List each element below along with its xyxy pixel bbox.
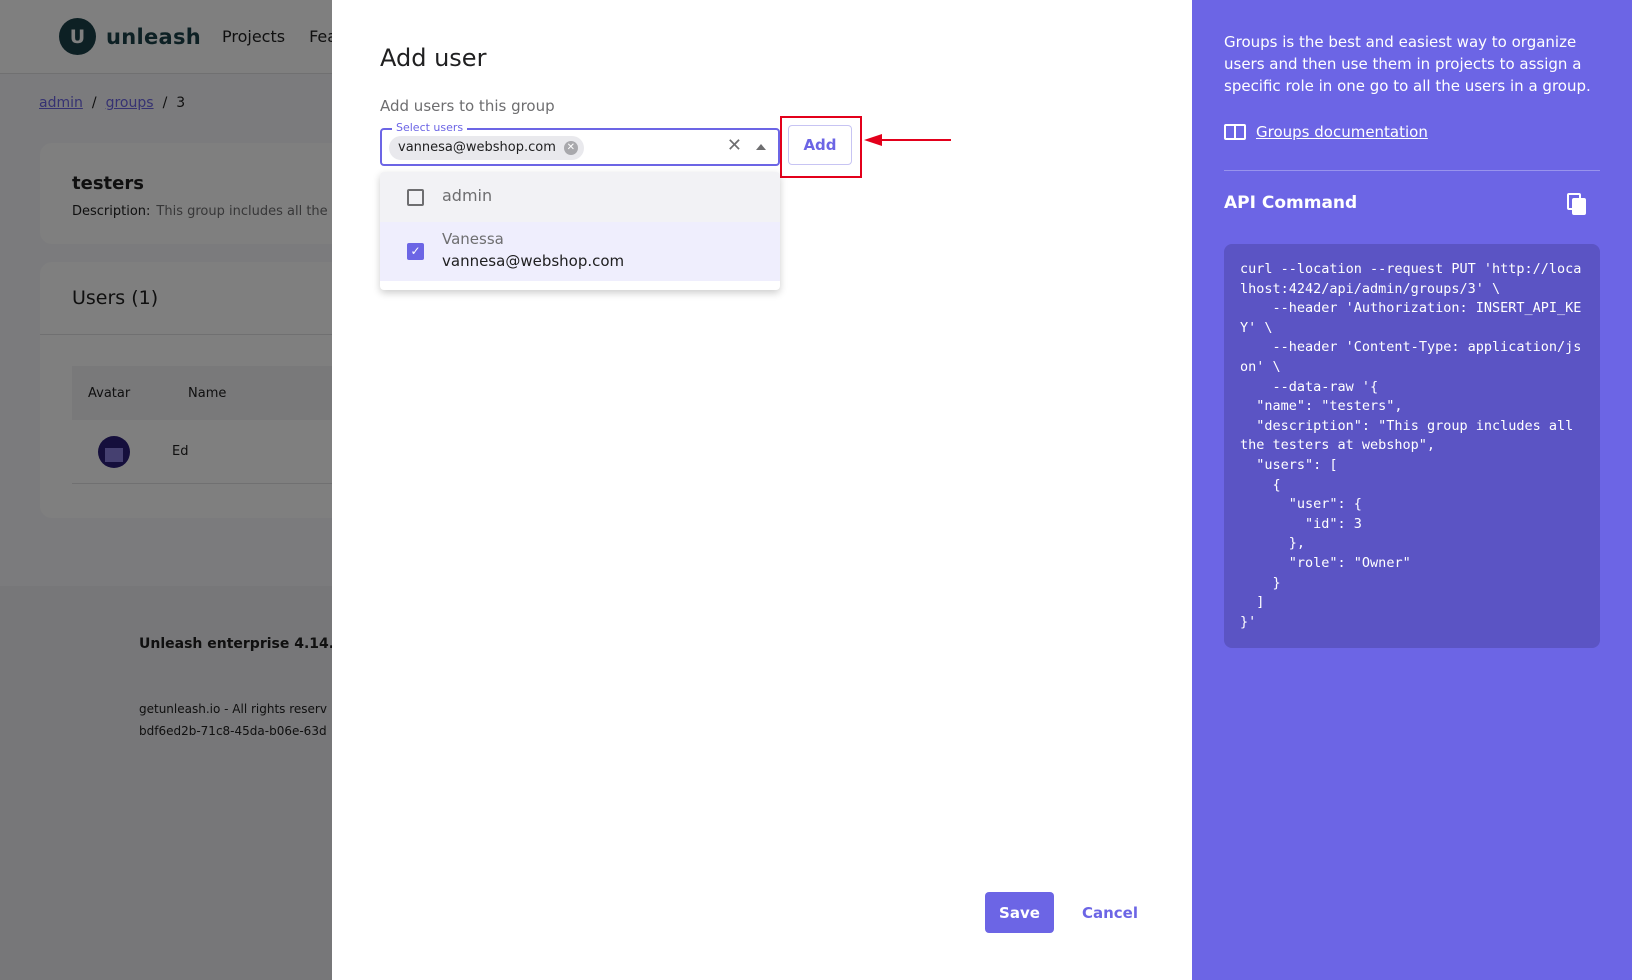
chip-remove-icon[interactable]: ✕ xyxy=(563,141,578,155)
api-command-title: API Command xyxy=(1224,193,1358,213)
api-command-code: curl --location --request PUT 'http://lo… xyxy=(1240,261,1582,630)
api-command-box: curl --location --request PUT 'http://lo… xyxy=(1224,244,1600,648)
users-dropdown: admin ✓ Vanessa vannesa@webshop.com xyxy=(380,172,780,290)
copy-icon[interactable] xyxy=(1567,193,1587,215)
option-vanessa[interactable]: ✓ Vanessa vannesa@webshop.com xyxy=(380,222,780,281)
select-users-label: Select users xyxy=(392,121,468,134)
modal-subtitle: Add users to this group xyxy=(380,97,555,115)
clear-icon[interactable]: ✕ xyxy=(727,135,742,156)
doc-link-label: Groups documentation xyxy=(1256,123,1428,141)
side-panel: Groups is the best and easiest way to or… xyxy=(1192,0,1632,980)
arrow-line xyxy=(880,139,951,141)
option-name: Vanessa xyxy=(442,230,504,248)
modal-title: Add user xyxy=(380,44,487,72)
side-description: Groups is the best and easiest way to or… xyxy=(1224,33,1591,95)
option-label: admin xyxy=(442,186,493,205)
save-button[interactable]: Save xyxy=(985,892,1054,933)
selected-user-chip[interactable]: vannesa@webshop.com ✕ xyxy=(389,136,584,160)
add-user-modal: Add user Add users to this group Select … xyxy=(332,0,1192,980)
chip-label: vannesa@webshop.com xyxy=(398,140,556,155)
checkbox-unchecked-icon[interactable] xyxy=(407,189,424,206)
option-admin[interactable]: admin xyxy=(380,172,780,222)
highlight-box xyxy=(780,116,862,178)
option-email: vannesa@webshop.com xyxy=(442,252,625,270)
groups-documentation-link[interactable]: Groups documentation xyxy=(1224,123,1428,141)
select-users-input[interactable]: Select users vannesa@webshop.com ✕ ✕ xyxy=(380,121,780,166)
checkbox-checked-icon[interactable]: ✓ xyxy=(407,243,424,260)
dropdown-caret-icon[interactable] xyxy=(756,144,766,150)
book-icon xyxy=(1224,124,1246,140)
side-divider xyxy=(1224,170,1600,171)
cancel-button[interactable]: Cancel xyxy=(1070,892,1150,933)
